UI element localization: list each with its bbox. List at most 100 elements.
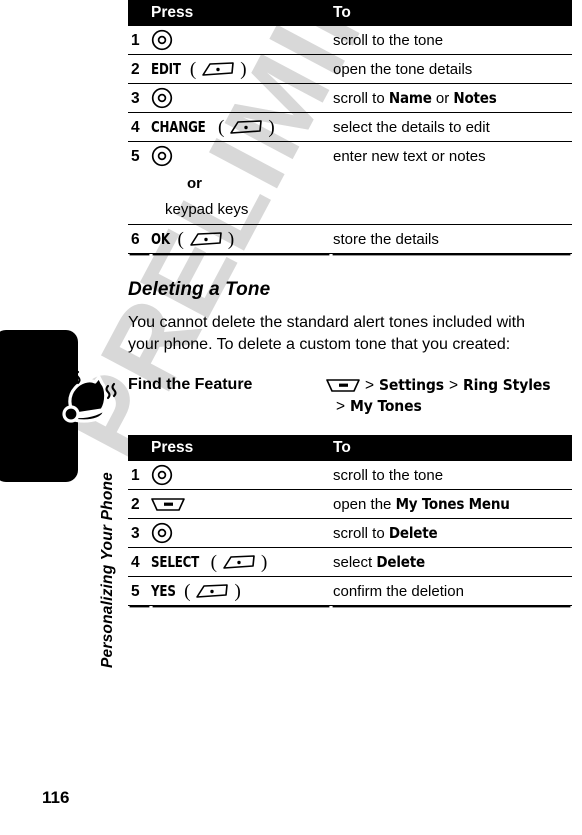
table-row: 2 EDIT ( ) open the tone details [128,54,572,84]
table-header-row: Press To [128,0,572,26]
paren-close: ) [240,58,247,80]
path-separator: > [448,377,458,394]
section-body-text: You cannot delete the standard alert ton… [128,314,526,353]
header-number [128,0,151,26]
step-number: 5 [128,141,151,225]
left-margin-column: Personalizing Your Phone 116 [0,0,128,835]
soft-key-icon [229,119,263,135]
page-content: Press To 1 scroll to the tone 2 EDIT ()… [128,0,572,606]
steps-table-editing: Press To 1 scroll to the tone 2 EDIT ()… [128,0,572,254]
softkey-label: YES [151,581,176,600]
step-action: open the tone details [331,54,572,84]
step-press: YES ( ) [151,576,331,606]
table-row: 3 scroll to Name or Notes [128,83,572,113]
soft-key-icon [201,61,235,77]
step-action: select Delete [331,547,572,577]
nav-key-icon [151,464,173,486]
path-item: Settings [378,376,444,394]
table-row: 3 scroll to Delete [128,518,572,548]
path-item: My Tones [349,397,422,415]
find-feature-label: Find the Feature [128,376,253,393]
nav-key-icon [151,29,173,51]
action-text: select [333,553,377,571]
paren-close: ) [268,116,275,138]
table-row: 1 scroll to the tone [128,26,572,55]
softkey-label: OK [151,229,170,248]
paren-open: ( [177,228,184,250]
ui-term: Delete [388,523,438,542]
paren-open: ( [184,580,191,602]
table-row: 1 scroll to the tone [128,461,572,490]
softkey-label: SELECT [151,552,200,571]
alternative-input: keypad keys [165,201,249,218]
step-action: open the My Tones Menu [331,489,572,519]
step-number: 4 [128,112,151,142]
softkey-label: CHANGE [151,117,206,136]
table-row: 4 CHANGE ( ) select the details to edit [128,112,572,142]
step-action: scroll to Name or Notes [331,83,572,113]
step-number: 1 [128,26,151,55]
steps-table-deleting: Press To 1 scroll to the tone 2 open the… [128,435,572,606]
step-press: SELECT ( ) [151,547,331,577]
step-press: CHANGE ( ) [151,112,331,142]
find-feature-path: > Settings > Ring Styles > My Tones [326,375,551,417]
action-text: scroll to [333,524,389,542]
soft-key-icon [189,231,223,247]
step-press [151,461,331,490]
find-the-feature: Find the Feature > Settings > Ring Style… [128,375,568,417]
paren-close: ) [261,551,268,573]
step-press: OK ( ) [151,224,331,254]
soft-key-icon [195,583,229,599]
ui-term: My Tones Menu [395,494,510,513]
section-heading: Deleting a Tone [128,279,271,300]
ui-term: Name [388,88,432,107]
step-action: scroll to Delete [331,518,572,548]
nav-key-icon [151,87,173,109]
step-number: 3 [128,518,151,548]
table-row: 4 SELECT ( ) select Delete [128,547,572,577]
ui-term: Notes [453,88,497,107]
step-action: scroll to the tone [331,26,572,55]
step-press [151,83,331,113]
nav-key-icon [151,522,173,544]
soft-key-icon [222,554,256,570]
action-text: scroll to [333,89,389,107]
path-separator: > [365,377,374,394]
alternative-separator: or [187,175,202,192]
step-number: 1 [128,461,151,490]
step-number: 4 [128,547,151,577]
step-number: 2 [128,489,151,519]
step-action: confirm the deletion [331,576,572,606]
path-separator: > [336,398,345,415]
table-row: 2 open the My Tones Menu [128,489,572,519]
chapter-label: Personalizing Your Phone [99,472,116,668]
step-press: EDIT ( ) [151,54,331,84]
nav-key-icon [151,145,173,167]
paren-open: ( [210,551,217,573]
action-text: open the [333,495,396,513]
table-row: 5 or keypad keys enter new text or notes [128,141,572,225]
action-text-mid: or [431,89,454,107]
step-number: 6 [128,224,151,254]
path-item: Ring Styles [462,376,551,394]
step-press [151,518,331,548]
header-to: To [331,0,572,26]
header-number [128,435,151,461]
step-action: store the details [331,224,572,254]
paren-close: ) [234,580,241,602]
table-row: 6 OK ( ) store the details [128,224,572,254]
softkey-label: EDIT [151,59,181,78]
step-action: scroll to the tone [331,461,572,490]
header-press: Press [151,435,331,461]
step-press: or keypad keys [151,141,331,225]
header-to: To [331,435,572,461]
menu-key-icon [326,378,360,393]
step-action: select the details to edit [331,112,572,142]
step-number: 5 [128,576,151,606]
paren-close: ) [227,228,235,250]
table-row: 5 YES ( ) confirm the deletion [128,576,572,606]
step-number: 2 [128,54,151,84]
ringing-bell-icon [46,370,120,428]
step-number: 3 [128,83,151,113]
menu-key-icon [151,497,185,512]
